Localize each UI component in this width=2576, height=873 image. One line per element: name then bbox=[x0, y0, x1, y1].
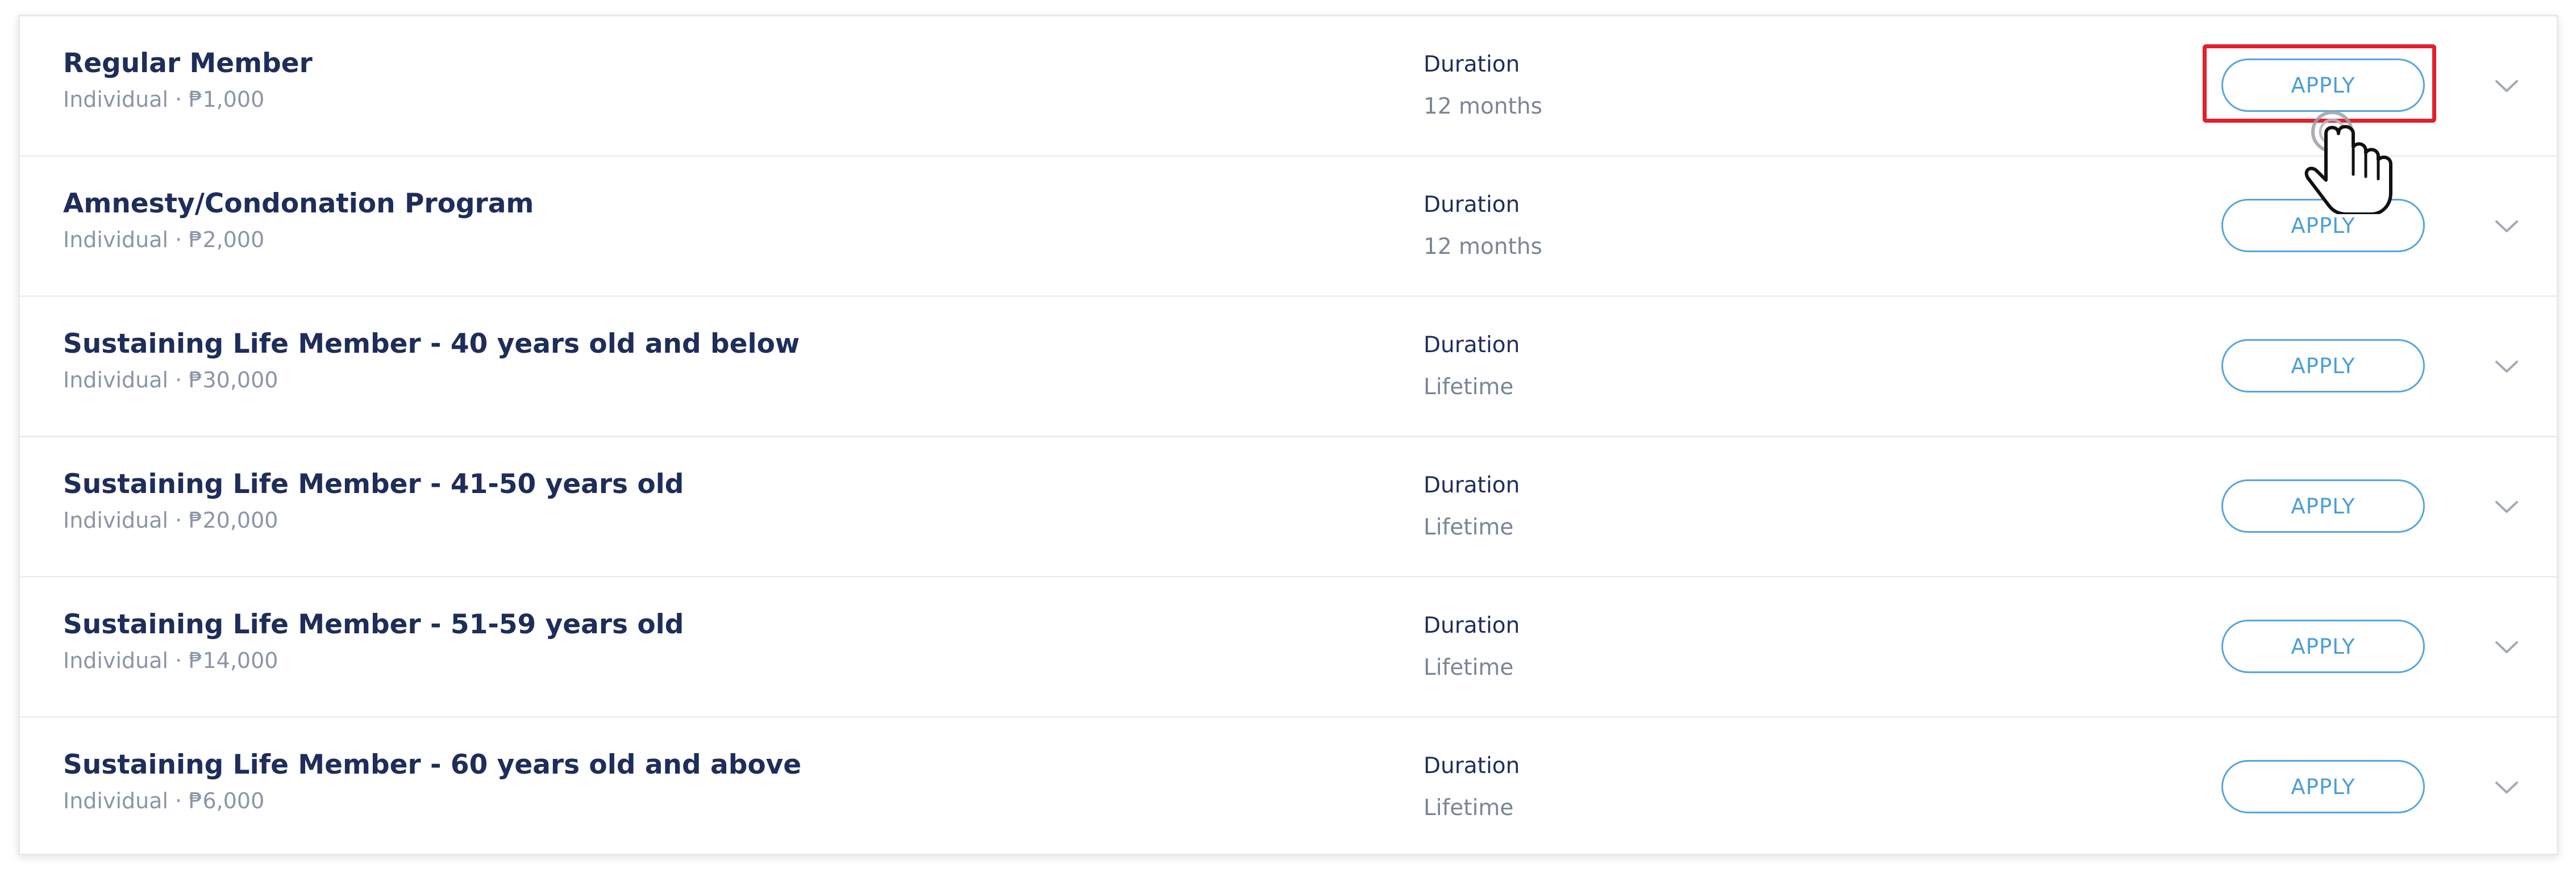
membership-plans-list: Regular Member Individual · ₱1,000 Durat… bbox=[18, 15, 2558, 855]
plan-name: Sustaining Life Member - 51-59 years old bbox=[63, 609, 684, 640]
plan-price: Individual · ₱20,000 bbox=[63, 508, 278, 533]
chevron-down-icon[interactable] bbox=[2490, 630, 2524, 664]
duration-label: Duration bbox=[1424, 52, 1520, 77]
chevron-down-icon[interactable] bbox=[2490, 349, 2524, 383]
duration-label: Duration bbox=[1424, 473, 1520, 498]
duration-label: Duration bbox=[1424, 753, 1520, 779]
plan-price: Individual · ₱6,000 bbox=[63, 788, 265, 813]
chevron-down-icon[interactable] bbox=[2490, 490, 2524, 524]
plan-row-life-60-above: Sustaining Life Member - 60 years old an… bbox=[20, 718, 2557, 854]
apply-button[interactable]: APPLY bbox=[2221, 620, 2425, 673]
duration-label: Duration bbox=[1424, 332, 1520, 358]
plan-row-amnesty-condonation: Amnesty/Condonation Program Individual ·… bbox=[20, 157, 2557, 297]
chevron-down-icon[interactable] bbox=[2490, 209, 2524, 243]
duration-value: 12 months bbox=[1424, 94, 1542, 119]
chevron-down-icon[interactable] bbox=[2490, 770, 2524, 804]
plan-name: Sustaining Life Member - 40 years old an… bbox=[63, 328, 800, 360]
plan-name: Sustaining Life Member - 60 years old an… bbox=[63, 749, 802, 780]
plan-name: Amnesty/Condonation Program bbox=[63, 188, 534, 219]
plan-row-life-41-50: Sustaining Life Member - 41-50 years old… bbox=[20, 437, 2557, 578]
apply-button[interactable]: APPLY bbox=[2221, 59, 2425, 112]
plan-row-life-51-59: Sustaining Life Member - 51-59 years old… bbox=[20, 578, 2557, 718]
apply-button[interactable]: APPLY bbox=[2221, 479, 2425, 533]
plan-row-regular-member: Regular Member Individual · ₱1,000 Durat… bbox=[20, 16, 2557, 157]
plan-row-life-40-below: Sustaining Life Member - 40 years old an… bbox=[20, 297, 2557, 437]
duration-value: 12 months bbox=[1424, 234, 1542, 260]
plan-price: Individual · ₱2,000 bbox=[63, 227, 265, 252]
apply-button[interactable]: APPLY bbox=[2221, 339, 2425, 392]
duration-value: Lifetime bbox=[1424, 515, 1514, 540]
apply-button[interactable]: APPLY bbox=[2221, 199, 2425, 252]
duration-label: Duration bbox=[1424, 613, 1520, 638]
plan-price: Individual · ₱14,000 bbox=[63, 648, 278, 673]
plan-price: Individual · ₱1,000 bbox=[63, 87, 265, 112]
plan-name: Sustaining Life Member - 41-50 years old bbox=[63, 469, 684, 500]
plan-name: Regular Member bbox=[63, 48, 313, 79]
duration-label: Duration bbox=[1424, 192, 1520, 218]
apply-button[interactable]: APPLY bbox=[2221, 760, 2425, 813]
plan-price: Individual · ₱30,000 bbox=[63, 367, 278, 392]
duration-value: Lifetime bbox=[1424, 795, 1514, 821]
duration-value: Lifetime bbox=[1424, 374, 1514, 400]
chevron-down-icon[interactable] bbox=[2490, 69, 2524, 103]
duration-value: Lifetime bbox=[1424, 655, 1514, 680]
